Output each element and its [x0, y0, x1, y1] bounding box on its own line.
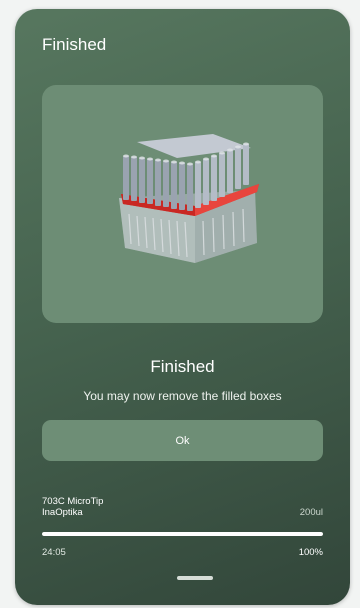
product-brand: InaOptika — [42, 507, 83, 518]
status-title: Finished — [150, 357, 215, 376]
finished-screen: Finished Finished You may now remove the… — [15, 9, 350, 605]
home-indicator[interactable] — [177, 576, 213, 580]
volume-label: 200ul — [299, 507, 323, 518]
progress-percent: 100% — [298, 547, 323, 558]
status-message: You may now remove the filled boxes — [83, 389, 282, 403]
illustration-card — [42, 85, 323, 323]
progress-bar — [42, 532, 323, 536]
pipette-tip-rack-image — [119, 134, 259, 263]
ok-button[interactable]: Ok — [42, 420, 323, 461]
elapsed-time: 24:05 — [42, 547, 66, 558]
page-title: Finished — [42, 35, 107, 54]
progress-bar-fill — [42, 532, 323, 536]
